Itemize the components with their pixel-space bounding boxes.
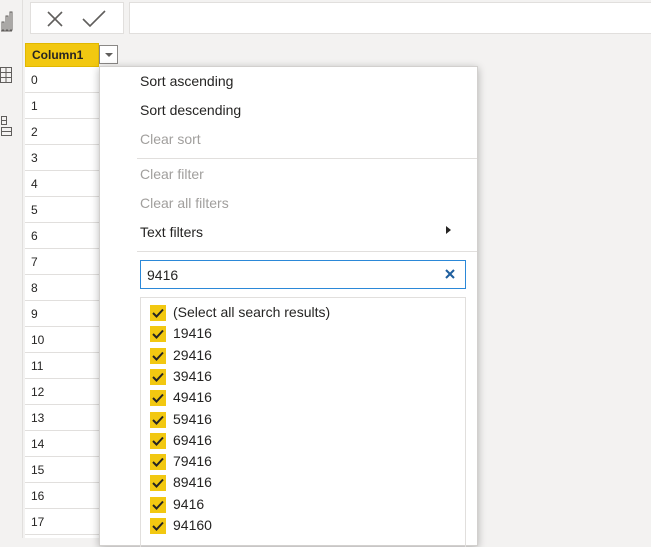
table-row[interactable]: 3 (25, 145, 99, 171)
table-row[interactable]: 0 (25, 67, 99, 93)
chevron-right-icon (446, 226, 451, 234)
result-label: 79416 (173, 453, 212, 470)
filter-dropdown-button[interactable] (99, 45, 118, 64)
text-filters-item[interactable]: Text filters (140, 224, 203, 240)
table-row[interactable]: 15 (25, 457, 99, 483)
checkbox-checked-icon[interactable] (150, 305, 166, 321)
filter-menu: Sort ascending Sort descending Clear sor… (99, 66, 478, 547)
close-icon[interactable] (45, 9, 65, 29)
report-view-icon[interactable] (0, 10, 14, 32)
data-grid: Column1 0 1 2 3 4 5 6 7 8 9 10 11 12 13 14 15 16 17 (25, 43, 99, 538)
table-row[interactable]: 11 (25, 353, 99, 379)
column-header-label: Column1 (32, 48, 84, 62)
clear-filter-item: Clear filter (140, 166, 204, 182)
table-row[interactable]: 2 (25, 119, 99, 145)
data-view-icon[interactable] (0, 64, 14, 86)
checkbox-checked-icon[interactable] (150, 390, 166, 407)
table-row[interactable]: 4 (25, 171, 99, 197)
table-row[interactable]: 7 (25, 249, 99, 275)
result-label: (Select all search results) (173, 304, 331, 320)
clear-sort-item: Clear sort (140, 131, 201, 147)
table-row[interactable]: 14 (25, 431, 99, 457)
table-row[interactable]: 10 (25, 327, 99, 353)
result-label: 49416 (173, 389, 212, 406)
result-label: 69416 (173, 431, 212, 448)
sort-descending-item[interactable]: Sort descending (140, 102, 241, 118)
row-list: 0 1 2 3 4 5 6 7 8 9 10 11 12 13 14 15 16 17 (25, 67, 99, 535)
sort-ascending-item[interactable]: Sort ascending (140, 73, 233, 89)
menu-divider (137, 251, 477, 252)
left-rail (0, 0, 23, 538)
table-row[interactable]: 13 (25, 405, 99, 431)
clear-icon[interactable] (443, 267, 457, 281)
menu-divider (137, 158, 477, 159)
result-label: 89416 (173, 474, 212, 491)
table-row[interactable]: 1 (25, 93, 99, 119)
checkbox-checked-icon[interactable] (150, 368, 166, 385)
table-row[interactable]: 16 (25, 483, 99, 509)
checkbox-checked-icon[interactable] (150, 496, 166, 513)
table-row[interactable]: 12 (25, 379, 99, 405)
table-row[interactable]: 8 (25, 275, 99, 301)
table-row[interactable]: 6 (25, 223, 99, 249)
result-label: 59416 (173, 410, 212, 427)
result-label: 39416 (173, 367, 212, 384)
search-input[interactable] (147, 265, 432, 284)
checkbox-checked-icon[interactable] (150, 432, 166, 449)
formula-input[interactable] (129, 2, 651, 34)
table-row[interactable]: 17 (25, 509, 99, 535)
chevron-down-icon (105, 53, 113, 57)
result-label: 9416 (173, 495, 205, 512)
checkmark-icon[interactable] (81, 9, 107, 29)
checkbox-checked-icon[interactable] (150, 475, 166, 492)
formula-bar-buttons (30, 2, 124, 34)
column-header[interactable]: Column1 (25, 43, 99, 67)
result-label: 29416 (173, 346, 212, 363)
result-label: 94160 (173, 517, 212, 533)
search-box (140, 260, 466, 289)
search-results-list: (Select all search results) 19416 29416 394… (140, 297, 466, 547)
clear-all-filters-item: Clear all filters (140, 195, 229, 211)
table-row[interactable]: 9 (25, 301, 99, 327)
checkbox-checked-icon[interactable] (150, 411, 166, 428)
checkbox-checked-icon[interactable] (150, 454, 166, 471)
table-row[interactable]: 5 (25, 197, 99, 223)
model-view-icon[interactable] (0, 114, 14, 136)
checkbox-checked-icon[interactable] (150, 518, 166, 534)
checkbox-checked-icon[interactable] (150, 347, 166, 364)
result-label: 19416 (173, 325, 212, 342)
checkbox-checked-icon[interactable] (150, 326, 166, 343)
